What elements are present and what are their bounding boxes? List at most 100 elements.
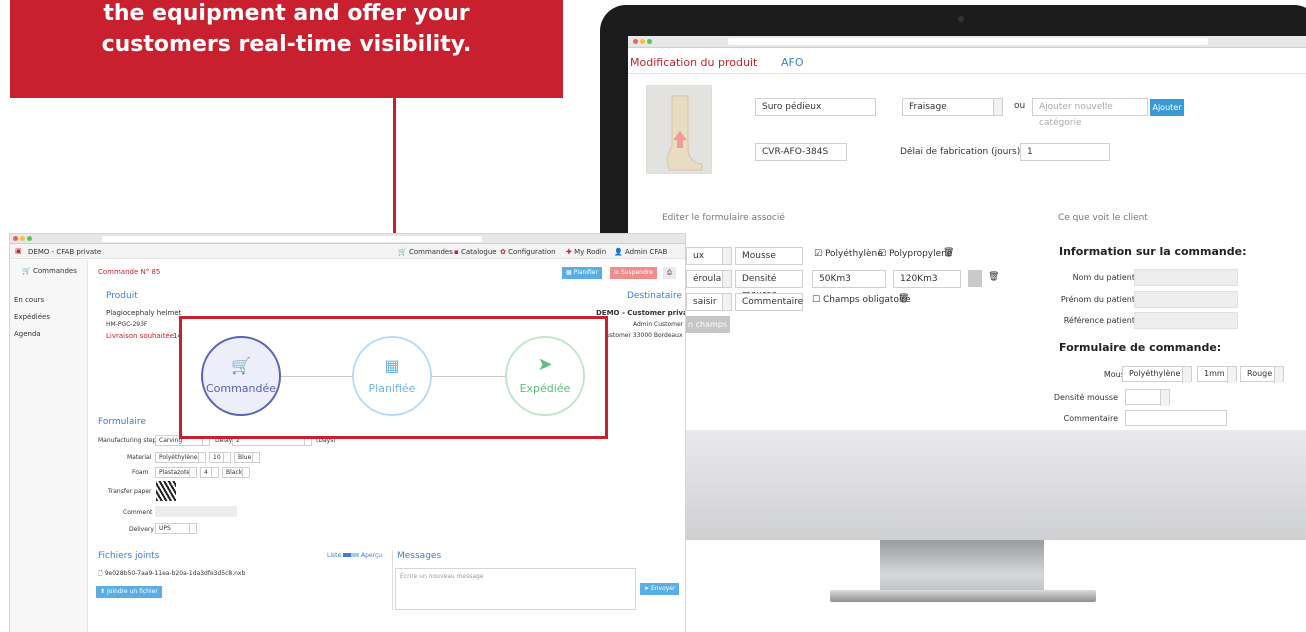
camera-dot <box>958 16 964 22</box>
density-label: Densité mousse <box>1053 393 1118 402</box>
browser-toolbar <box>628 36 1306 48</box>
view-preview-label: Aperçu <box>361 552 383 559</box>
breadcrumb-current[interactable]: AFO <box>781 56 804 69</box>
order-form-title: Formulaire de commande: <box>1059 341 1222 354</box>
patient-firstname-field[interactable] <box>1134 291 1238 308</box>
sidebar-header[interactable]: 🛒 Commandes <box>22 267 77 275</box>
nav-label: Admin CFAB <box>624 248 668 256</box>
close-dot[interactable] <box>13 236 18 241</box>
suspend-button[interactable]: ⊘ Suspendre <box>610 267 657 279</box>
step-label: Manufacturing step <box>98 437 157 444</box>
view-toggle[interactable]: Liste Aperçu <box>327 552 382 559</box>
step-ordered: 🛒 Commandée <box>201 336 281 416</box>
add-field-button[interactable]: n champs <box>686 316 730 333</box>
edit-form-title: Editer le formulaire associé <box>662 213 785 223</box>
zoom-dot[interactable] <box>647 39 652 44</box>
delivery-method-select[interactable]: UPS <box>155 523 197 534</box>
address-bar[interactable] <box>728 38 1208 45</box>
delay-label: Délai de fabrication (jours) <box>900 147 1021 157</box>
sidebar-item-shipped[interactable]: Expédiées <box>14 313 50 321</box>
size-select[interactable]: 1mm <box>1197 366 1237 383</box>
mousse-select[interactable]: Polyéthylène <box>1122 366 1192 383</box>
option-input[interactable]: 50Km3 <box>812 270 886 288</box>
close-dot[interactable] <box>633 39 638 44</box>
recipient-address: ustomer 33000 Bordeaux <box>606 332 683 339</box>
color-select[interactable]: Rouge <box>1240 366 1284 383</box>
marketing-callout: the equipment and offer your customers r… <box>10 0 563 98</box>
field-type-select[interactable]: saisir <box>686 293 732 311</box>
comment-label: Commentaire <box>1063 414 1118 423</box>
breadcrumb-prefix[interactable]: Modification du produit <box>630 56 757 69</box>
foam-color-select[interactable]: Black <box>222 467 250 478</box>
field-type-select[interactable]: éroulant <box>686 270 732 288</box>
file-item[interactable]: 🗋 9e028b50-7aa9-11ea-b20a-1da3dfe3d5c8.n… <box>98 569 245 579</box>
transfer-label: Transfer paper <box>108 488 152 495</box>
field-name-input[interactable]: Commentaire <box>735 293 803 311</box>
nav-label: Catalogue <box>460 248 497 256</box>
address-bar[interactable] <box>102 236 482 242</box>
print-button[interactable]: ⎙ <box>663 267 676 279</box>
attach-label: Joindre un fichier <box>106 588 158 595</box>
recipient-name: DEMO - Customer private <box>596 309 686 317</box>
plan-button[interactable]: ▦ Planifier <box>562 267 602 279</box>
new-category-input[interactable]: Ajouter nouvelle catégorie <box>1032 98 1148 128</box>
trash-icon[interactable]: 🗑 <box>943 248 954 258</box>
calendar-icon: ▦ <box>384 356 400 375</box>
trash-icon[interactable]: 🗑 <box>988 272 999 282</box>
nav-catalogue[interactable]: ▪ Catalogue <box>454 248 497 256</box>
option-polypropylene[interactable]: ☑ Polypropylene <box>878 249 952 259</box>
tenant-name[interactable]: DEMO - CFAB private <box>28 248 101 256</box>
patient-ref-field[interactable] <box>1134 312 1238 329</box>
patient-lastname-label: Nom du patient <box>1072 273 1135 282</box>
trash-icon[interactable]: 🗑 <box>898 294 909 304</box>
material-select[interactable]: Polyéthylène <box>155 452 206 463</box>
nav-orders[interactable]: 🛒 Commandes <box>398 248 453 256</box>
minimize-dot[interactable] <box>20 236 25 241</box>
category-select[interactable]: Fraisage <box>902 98 1003 116</box>
nav-label: Configuration <box>508 248 556 256</box>
foam-label: Foam <box>132 469 149 476</box>
option-input[interactable]: 120Km3 <box>893 270 961 288</box>
material-label: Material <box>127 454 152 461</box>
nav-configuration[interactable]: ✿ Configuration <box>500 248 556 256</box>
comment-field[interactable] <box>1125 410 1227 426</box>
field-name-input[interactable]: Mousse <box>735 247 803 265</box>
toggle-active <box>343 553 352 557</box>
nav-admin[interactable]: 👤 Admin CFAB <box>614 248 667 256</box>
add-category-button[interactable]: Ajouter <box>1150 99 1184 116</box>
nav-my-rodin[interactable]: ✚ My Rodin <box>566 248 606 256</box>
step-label: Planifiée <box>368 382 416 395</box>
thickness-select[interactable]: 10 <box>209 452 231 463</box>
step-label: Commandée <box>205 382 277 395</box>
remove-option-button[interactable] <box>968 270 982 287</box>
product-name-input[interactable]: Suro pédieux <box>755 98 876 116</box>
message-textarea[interactable]: Écrire un nouveau message <box>395 568 636 610</box>
imac-stand-foot <box>830 590 1096 602</box>
sidebar-header-label: Commandes <box>32 267 77 275</box>
step-planned: ▦ Planifiée <box>352 336 432 416</box>
required-checkbox[interactable]: ☐ Champs obligatoire <box>812 295 911 305</box>
transfer-paper-swatch[interactable] <box>156 481 176 501</box>
field-type-select[interactable]: ux <box>686 247 732 265</box>
foam-thickness-select[interactable]: 4 <box>200 467 219 478</box>
recipient-heading: Destinataire <box>627 291 682 301</box>
comment-field[interactable] <box>155 506 237 517</box>
send-button[interactable]: ➤ Envoyer <box>640 583 680 595</box>
color-select[interactable]: Blue <box>234 452 260 463</box>
attach-file-button[interactable]: ⬆ Joindre un fichier <box>96 586 162 598</box>
foam-select[interactable]: Plastazote <box>155 467 197 478</box>
reference-input[interactable]: CVR-AFO-384S <box>755 143 847 161</box>
logo[interactable]: ▣ <box>15 247 22 255</box>
zoom-dot[interactable] <box>27 236 32 241</box>
option-polyethylene[interactable]: ☑ Polyéthylène <box>814 249 883 259</box>
delay-input[interactable]: 1 <box>1020 143 1110 161</box>
patient-lastname-field[interactable] <box>1134 269 1238 286</box>
product-image <box>646 85 712 174</box>
density-select[interactable] <box>1125 389 1170 406</box>
sidebar-item-in-progress[interactable]: En cours <box>14 296 44 304</box>
sidebar-item-agenda[interactable]: Agenda <box>14 330 41 338</box>
minimize-dot[interactable] <box>640 39 645 44</box>
field-name-input[interactable]: Densité mousse <box>735 270 803 300</box>
divider <box>628 73 1306 74</box>
callout-line-2: customers real-time visibility. <box>101 32 472 57</box>
